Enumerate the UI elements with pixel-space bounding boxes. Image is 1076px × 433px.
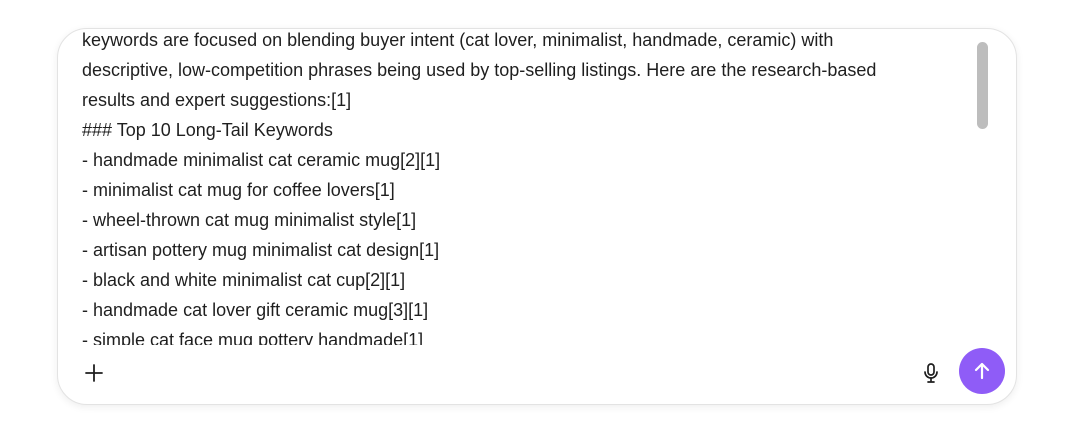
message-line: - minimalist cat mug for coffee lovers[1… [82,180,395,200]
message-line: - artisan pottery mug minimalist cat des… [82,240,440,260]
arrow-up-icon [974,362,990,380]
microphone-icon [924,363,938,383]
message-line: ### Top 10 Long-Tail Keywords [82,120,333,140]
message-line: descriptive, low-competition phrases bei… [82,60,877,80]
message-line: results and expert suggestions:[1] [82,90,352,110]
message-line: - simple cat face mug pottery handmade[1… [82,330,424,345]
send-button[interactable] [959,348,1005,394]
message-line: - handmade minimalist cat ceramic mug[2]… [82,150,441,170]
chat-composer: keywords are focused on blending buyer i… [57,28,1017,405]
message-line: - handmade cat lover gift ceramic mug[3]… [82,300,429,320]
message-text: keywords are focused on blending buyer i… [82,29,972,345]
voice-input-button[interactable] [919,361,943,385]
message-line: - wheel-thrown cat mug minimalist style[… [82,210,417,230]
add-attachment-button[interactable] [82,361,106,385]
plus-icon [85,364,103,382]
message-line: keywords are focused on blending buyer i… [82,30,834,50]
message-input[interactable]: keywords are focused on blending buyer i… [82,29,972,345]
message-line: - black and white minimalist cat cup[2][… [82,270,406,290]
scrollbar-thumb[interactable] [977,42,988,129]
